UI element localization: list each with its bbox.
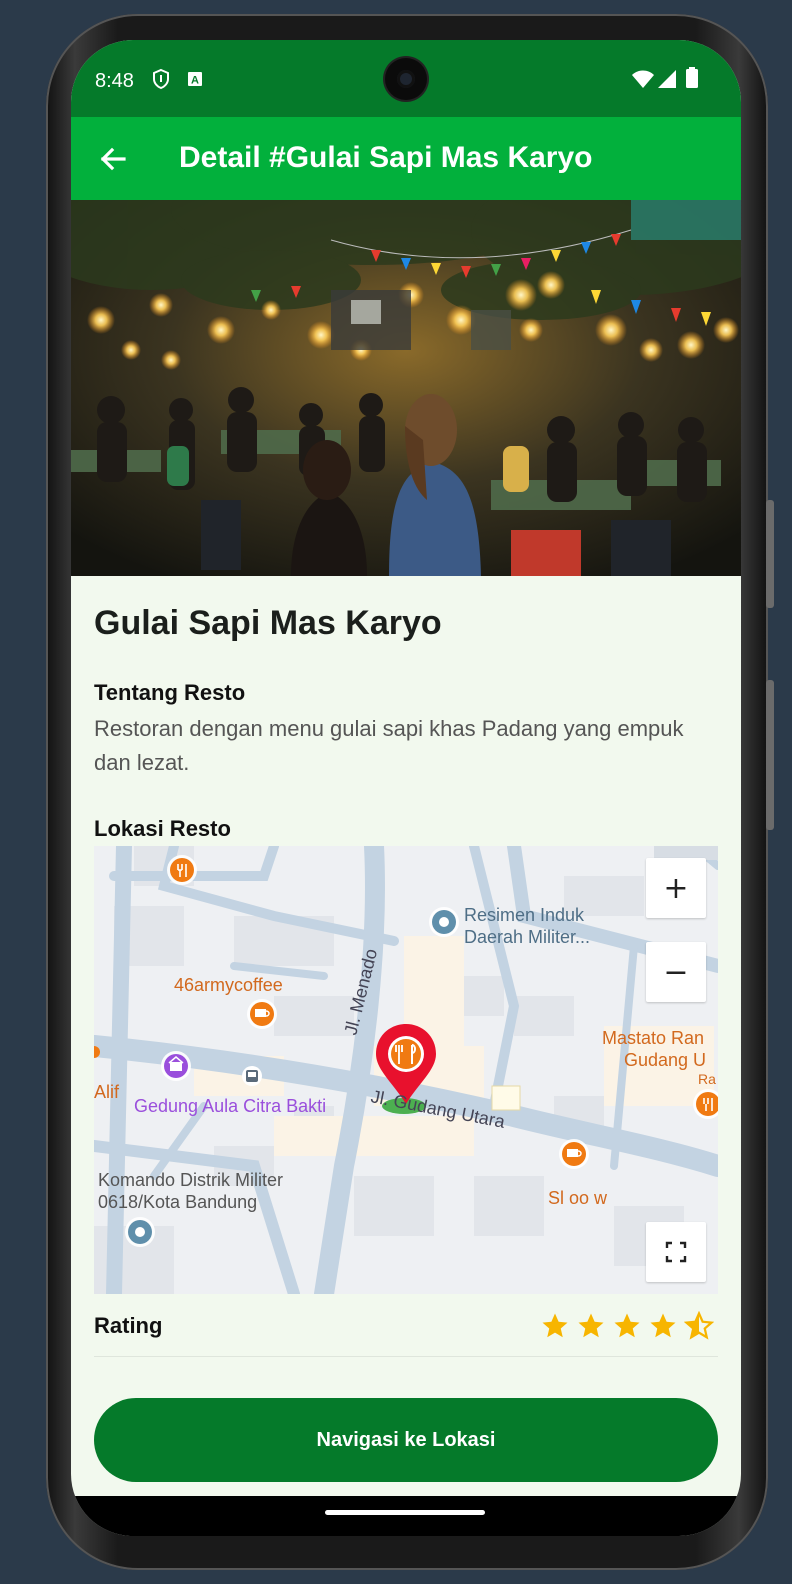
fullscreen-button[interactable]: [646, 1222, 706, 1282]
page-title: Detail #Gulai Sapi Mas Karyo: [179, 141, 593, 174]
home-indicator[interactable]: [325, 1510, 485, 1515]
star-half-icon: [684, 1311, 714, 1340]
signal-icon: [657, 69, 677, 94]
map-label: Daerah Militer...: [464, 927, 590, 947]
restaurant-photo: [71, 200, 741, 576]
zoom-in-button[interactable]: +: [646, 858, 706, 918]
navigation-bar: [71, 1496, 741, 1536]
svg-text:A: A: [191, 75, 199, 87]
screen: 8:48 A Detail #Gulai Sapi Mas Karyo Gula…: [71, 40, 741, 1536]
a-notification-icon: A: [187, 71, 203, 92]
restaurant-poi-icon: [167, 855, 197, 885]
shield-icon: [151, 68, 171, 95]
coffee-poi-icon: [559, 1139, 589, 1169]
event-venue-poi-icon: [161, 1051, 191, 1081]
about-heading: Tentang Resto: [94, 680, 246, 705]
about-text: Restoran dengan menu gulai sapi khas Pad…: [94, 716, 684, 775]
zoom-out-button[interactable]: −: [646, 942, 706, 1002]
status-bar: 8:48 A: [71, 40, 741, 117]
battery-icon: [685, 67, 699, 94]
back-button[interactable]: [93, 139, 133, 179]
landmark-poi-icon: [429, 907, 459, 937]
status-time: 8:48: [95, 70, 134, 92]
star-full-icon: [542, 1313, 568, 1338]
star-full-icon: [650, 1313, 676, 1338]
front-camera: [385, 58, 427, 100]
restaurant-name: Gulai Sapi Mas Karyo: [94, 604, 442, 642]
wifi-icon: [631, 69, 655, 94]
map-label: Ra: [698, 1071, 716, 1087]
app-bar: Detail #Gulai Sapi Mas Karyo: [71, 117, 741, 200]
landmark-poi-icon: [125, 1217, 155, 1247]
location-heading: Lokasi Resto: [94, 816, 231, 841]
rating-label: Rating: [94, 1313, 163, 1338]
power-button: [766, 680, 774, 830]
map-label: Gedung Aula Citra Bakti: [134, 1096, 326, 1116]
bus-stop-icon: [242, 1066, 262, 1086]
map-label: Gudang U: [624, 1050, 706, 1070]
map-label: 0618/Kota Bandung: [98, 1192, 257, 1212]
map-label: Mastato Ran: [602, 1028, 704, 1048]
navigate-button[interactable]: Navigasi ke Lokasi: [94, 1398, 718, 1482]
coffee-poi-icon: [247, 999, 277, 1029]
map-label: 46armycoffee: [174, 975, 283, 995]
star-full-icon: [614, 1313, 640, 1338]
volume-button: [766, 500, 774, 608]
map-label: Alif: [94, 1082, 120, 1102]
divider: [94, 1356, 718, 1357]
location-map[interactable]: Resimen Induk Daerah Militer... 46armyco…: [94, 846, 718, 1294]
star-full-icon: [578, 1313, 604, 1338]
arrow-left-icon: [100, 147, 126, 171]
map-label: Komando Distrik Militer: [98, 1170, 283, 1190]
rating-stars: [540, 1311, 714, 1341]
map-label: Resimen Induk: [464, 905, 585, 925]
fullscreen-icon: [665, 1241, 687, 1263]
map-label: Sl oo w: [548, 1188, 608, 1208]
